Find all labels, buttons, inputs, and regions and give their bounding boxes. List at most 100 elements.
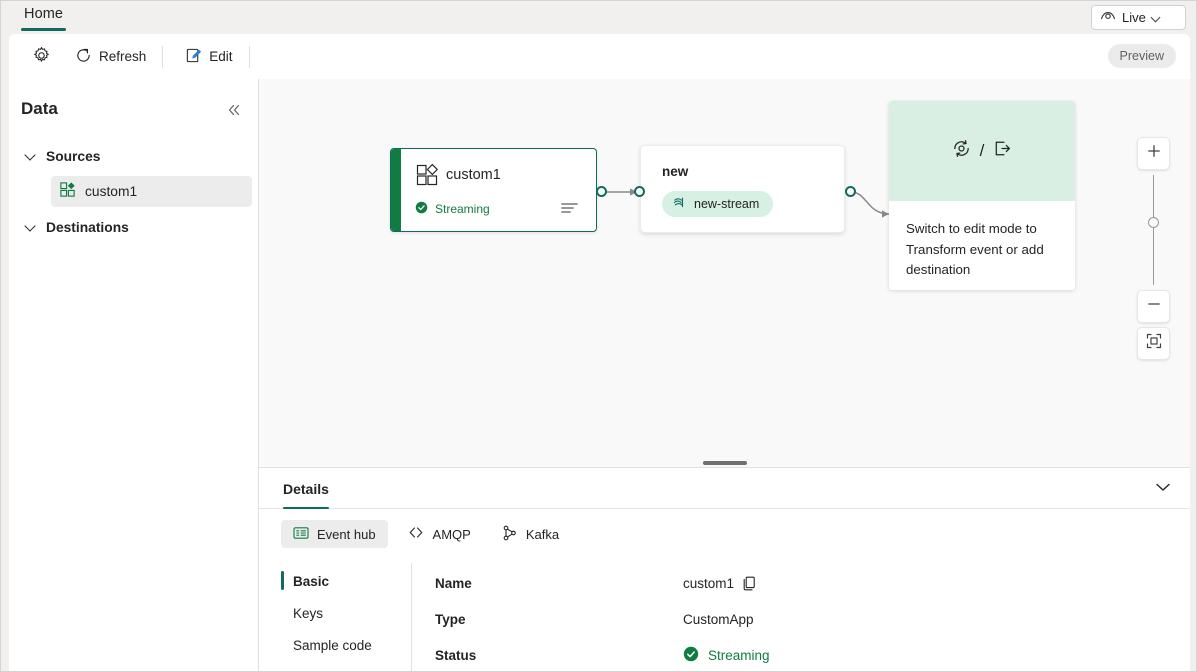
workspace-body: Data Sources custom1 Destinations custom… bbox=[9, 79, 1190, 671]
fit-to-screen-icon bbox=[1146, 333, 1162, 354]
tab-home[interactable]: Home bbox=[18, 1, 69, 34]
stream-icon bbox=[672, 195, 687, 213]
property-value-status: Streaming bbox=[683, 646, 770, 665]
stream-pill-label: new-stream bbox=[694, 197, 760, 211]
port-new-input[interactable] bbox=[634, 186, 645, 197]
sidebar-group-sources[interactable]: Sources bbox=[9, 141, 259, 171]
kafka-icon bbox=[502, 525, 518, 544]
command-bar: Refresh Edit Preview bbox=[9, 34, 1190, 79]
chevron-down-icon bbox=[25, 221, 37, 233]
subnav-item-keys[interactable]: Keys bbox=[281, 597, 406, 629]
tab-details-label: Details bbox=[283, 480, 329, 497]
canvas-zoom-controls bbox=[1137, 137, 1170, 360]
canvas-node-new-title: new bbox=[662, 164, 689, 179]
stream-pill-new-stream[interactable]: new-stream bbox=[662, 191, 774, 217]
protocol-tab-event-hub-label: Event hub bbox=[317, 526, 376, 542]
details-subnav: Basic Keys Sample code bbox=[281, 565, 406, 661]
refresh-label: Refresh bbox=[99, 49, 147, 64]
details-collapse-button[interactable] bbox=[1150, 476, 1176, 502]
hint-card-separator: / bbox=[979, 141, 985, 160]
check-circle-icon bbox=[683, 646, 699, 665]
event-hub-icon bbox=[293, 526, 309, 543]
canvas-node-custom1-status: Streaming bbox=[415, 201, 490, 217]
tab-details-active-underline bbox=[283, 506, 329, 509]
custom-app-icon bbox=[59, 181, 76, 203]
canvas-node-custom1-title: custom1 bbox=[446, 167, 501, 183]
drag-handle-icon bbox=[702, 460, 747, 465]
chevron-down-icon bbox=[1152, 13, 1161, 22]
property-value-type: CustomApp bbox=[683, 611, 754, 627]
property-row-type: Type CustomApp bbox=[435, 601, 1170, 637]
protocol-tab-event-hub[interactable]: Event hub bbox=[281, 520, 388, 548]
settings-button[interactable] bbox=[23, 42, 60, 72]
hint-card-hero: / bbox=[889, 101, 1075, 201]
custom-app-icon bbox=[415, 163, 439, 192]
ribbon-tabstrip: Home Live bbox=[1, 1, 1196, 34]
protocol-tabs: Event hub AMQP Kafka bbox=[281, 520, 571, 548]
transform-event-icon bbox=[951, 138, 972, 164]
sidebar-title: Data bbox=[21, 99, 58, 118]
property-row-name: Name custom1 bbox=[435, 565, 1170, 601]
property-key-type: Type bbox=[435, 611, 466, 627]
protocol-tab-amqp[interactable]: AMQP bbox=[395, 520, 483, 548]
command-bar-divider-2 bbox=[248, 45, 250, 68]
zoom-in-button[interactable] bbox=[1137, 137, 1170, 170]
plus-icon bbox=[1147, 144, 1161, 163]
command-bar-divider-1 bbox=[162, 45, 164, 68]
refresh-button[interactable]: Refresh bbox=[66, 42, 155, 72]
data-sidebar: Data Sources custom1 Destinations bbox=[9, 79, 259, 671]
tab-home-label: Home bbox=[24, 5, 64, 22]
sidebar-group-destinations-label: Destinations bbox=[46, 219, 129, 235]
zoom-slider-track bbox=[1152, 175, 1155, 285]
tab-details[interactable]: Details bbox=[283, 468, 329, 509]
property-value-name-text: custom1 bbox=[683, 575, 735, 591]
check-circle-icon bbox=[415, 201, 428, 217]
sidebar-item-custom1-label: custom1 bbox=[85, 184, 138, 199]
edit-pencil-icon bbox=[185, 47, 202, 67]
eye-icon bbox=[1100, 9, 1116, 27]
details-properties: Name custom1 Type CustomApp Status Strea… bbox=[435, 565, 1170, 671]
app-window: Home Live Refresh Edit Preview Data Sour… bbox=[0, 0, 1197, 672]
protocol-tab-kafka[interactable]: Kafka bbox=[490, 520, 571, 548]
canvas-node-custom1[interactable]: custom1 Streaming bbox=[390, 148, 597, 232]
property-value-name: custom1 bbox=[683, 576, 757, 591]
data-tree: Sources custom1 Destinations bbox=[9, 141, 259, 242]
canvas-node-custom1-status-label: Streaming bbox=[435, 202, 490, 216]
protocol-tab-kafka-label: Kafka bbox=[525, 526, 560, 542]
sidebar-collapse-button[interactable] bbox=[223, 101, 245, 123]
live-mode-selector[interactable]: Live bbox=[1091, 5, 1186, 30]
details-subnav-divider bbox=[411, 563, 412, 671]
live-mode-label: Live bbox=[1122, 10, 1146, 25]
chevron-down-icon bbox=[1154, 480, 1172, 498]
port-new-output[interactable] bbox=[845, 186, 856, 197]
zoom-out-button[interactable] bbox=[1137, 290, 1170, 323]
details-panel-header: Details bbox=[259, 468, 1190, 509]
preview-badge[interactable]: Preview bbox=[1107, 44, 1176, 68]
zoom-slider[interactable] bbox=[1137, 170, 1170, 290]
sidebar-group-sources-label: Sources bbox=[46, 148, 101, 164]
slider-handle-icon[interactable] bbox=[1148, 217, 1159, 228]
refresh-icon bbox=[75, 47, 92, 67]
details-resize-handle[interactable] bbox=[259, 458, 1190, 467]
fit-to-screen-button[interactable] bbox=[1137, 327, 1170, 360]
sidebar-item-custom1[interactable]: custom1 bbox=[51, 176, 252, 207]
property-key-name: Name bbox=[435, 575, 472, 591]
tab-home-active-underline bbox=[21, 28, 67, 31]
right-column: custom1 Streaming new new-stream / Switc… bbox=[259, 79, 1190, 671]
chevron-down-icon bbox=[25, 150, 37, 162]
eventstream-canvas[interactable]: custom1 Streaming new new-stream / Switc… bbox=[259, 79, 1190, 458]
port-custom1-output[interactable] bbox=[596, 186, 607, 197]
edit-label: Edit bbox=[209, 49, 233, 64]
subnav-item-basic[interactable]: Basic bbox=[281, 565, 406, 597]
details-panel: Details Event hub AMQP Kafka Basic Keys … bbox=[259, 467, 1190, 671]
property-value-status-text: Streaming bbox=[708, 647, 770, 663]
protocol-tab-amqp-label: AMQP bbox=[432, 526, 471, 542]
edit-mode-hint-card[interactable]: / Switch to edit mode to Transform event… bbox=[889, 101, 1075, 290]
gear-icon bbox=[32, 46, 51, 68]
edit-button[interactable]: Edit bbox=[176, 42, 241, 72]
subnav-item-sample-code[interactable]: Sample code bbox=[281, 629, 406, 661]
canvas-node-new[interactable]: new new-stream bbox=[640, 145, 845, 233]
lines-icon[interactable] bbox=[561, 201, 579, 220]
sidebar-group-destinations[interactable]: Destinations bbox=[9, 212, 259, 242]
copy-icon[interactable] bbox=[743, 576, 757, 591]
